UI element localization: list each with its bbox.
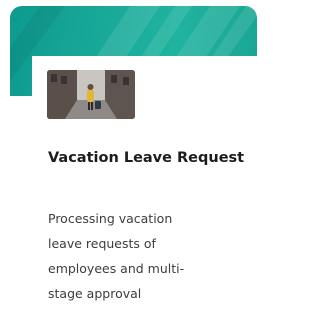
card-title: Vacation Leave Request (48, 150, 245, 166)
workflow-card[interactable]: Vacation Leave Request Processing vacati… (10, 6, 257, 317)
card-image (47, 70, 135, 119)
card-description: Processing vacation leave requests of em… (48, 211, 185, 301)
card-content: Vacation Leave Request Processing vacati… (32, 56, 257, 317)
traveler-photo (47, 70, 135, 119)
page: Vacation Leave Request Processing vacati… (0, 0, 257, 317)
